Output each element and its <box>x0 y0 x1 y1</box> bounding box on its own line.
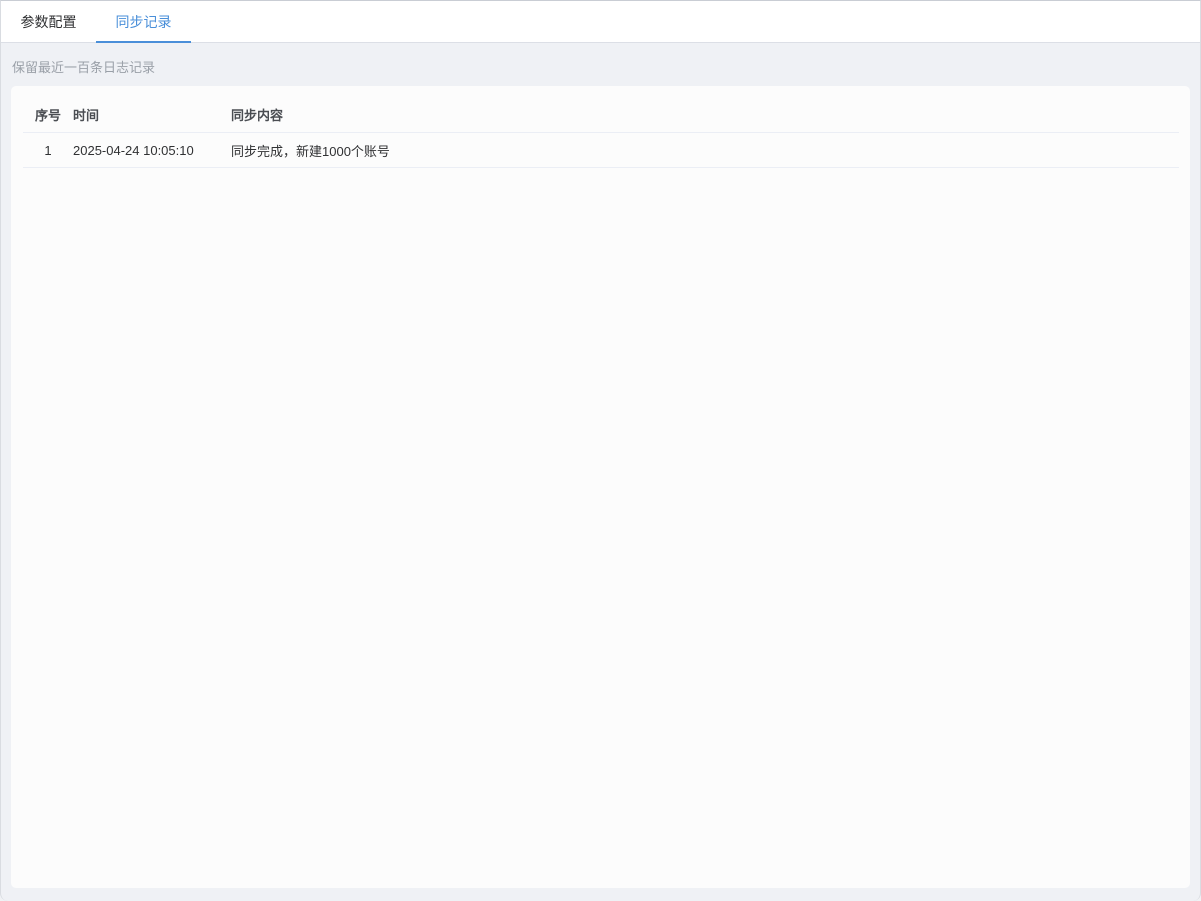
table-row: 1 2025-04-24 10:05:10 同步完成，新建1000个账号 <box>23 132 1179 168</box>
column-header-index: 序号 <box>23 97 73 133</box>
records-panel: 序号 时间 同步内容 1 2025-04-24 10:05:10 同步完成，新建… <box>11 86 1190 888</box>
sync-records-table: 序号 时间 同步内容 1 2025-04-24 10:05:10 同步完成，新建… <box>23 97 1179 168</box>
log-retention-hint: 保留最近一百条日志记录 <box>12 60 156 75</box>
table-header-row: 序号 时间 同步内容 <box>23 97 1179 133</box>
column-header-content: 同步内容 <box>231 97 1179 133</box>
tab-sync-records[interactable]: 同步记录 <box>96 1 191 43</box>
cell-index: 1 <box>23 132 73 168</box>
tab-label: 同步记录 <box>115 13 172 30</box>
cell-time: 2025-04-24 10:05:10 <box>73 132 231 168</box>
tab-bar: 参数配置 同步记录 <box>1 1 1200 43</box>
cell-content: 同步完成，新建1000个账号 <box>231 132 1179 168</box>
app-window: 参数配置 同步记录 保留最近一百条日志记录 序号 时间 同步内容 1 2025-… <box>0 0 1201 901</box>
tab-label: 参数配置 <box>20 13 77 30</box>
tab-params-config[interactable]: 参数配置 <box>1 1 96 42</box>
column-header-time: 时间 <box>73 97 231 133</box>
